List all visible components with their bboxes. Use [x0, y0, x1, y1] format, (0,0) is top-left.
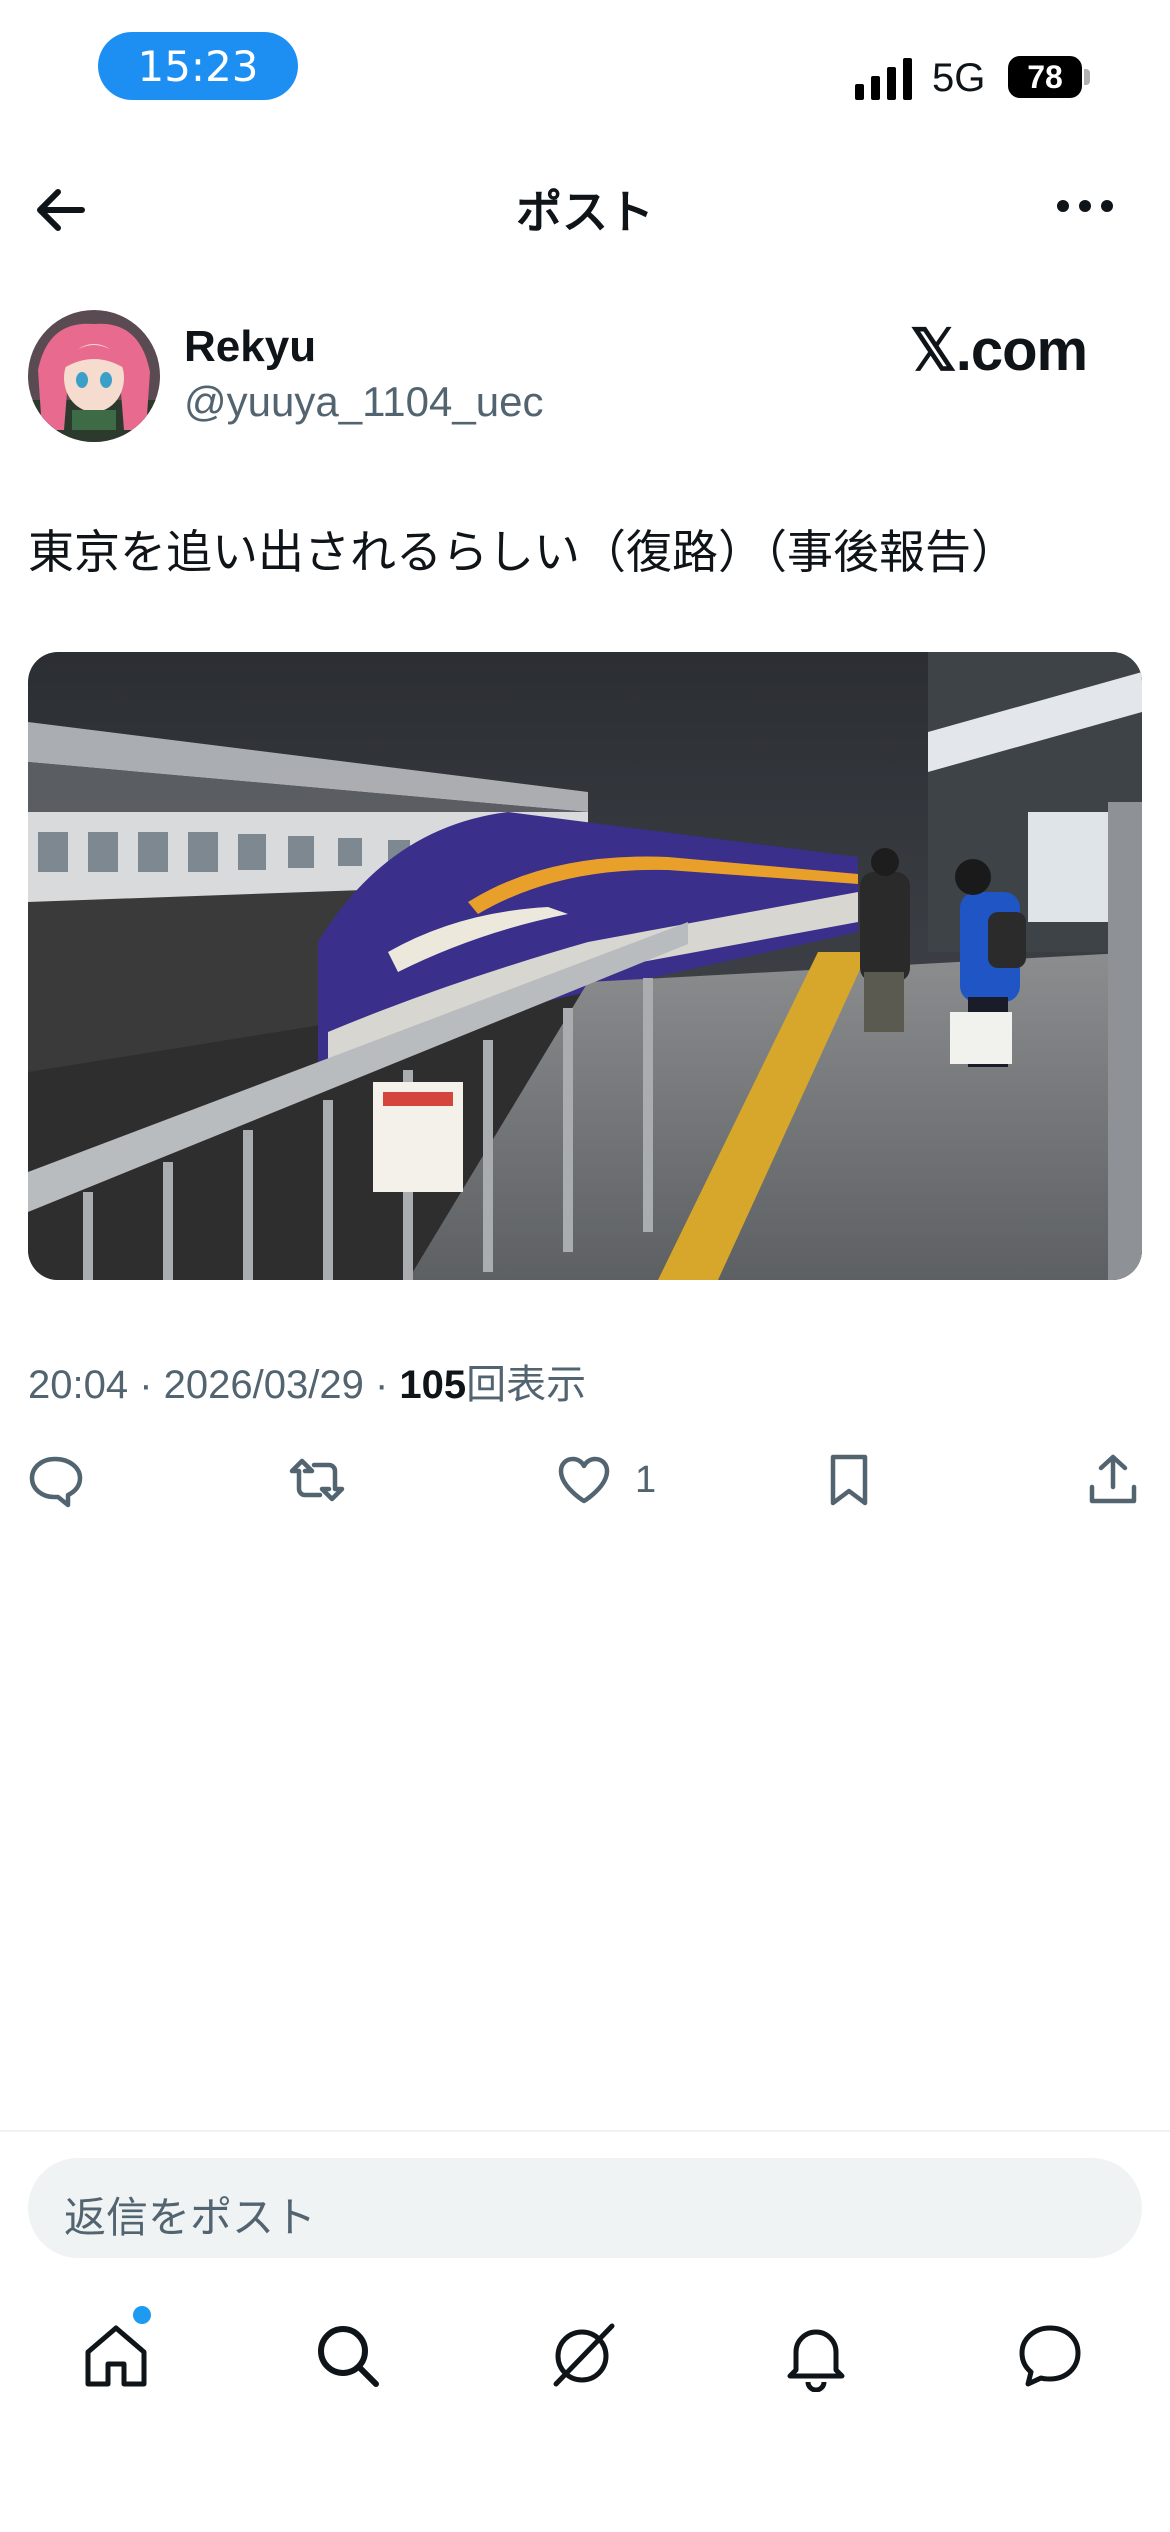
post-meta: 20:04 · 2026/03/29 · 105回表示: [28, 1352, 586, 1410]
post-text: 東京を追い出されるらしい（復路）（事後報告）: [28, 525, 1017, 579]
search-icon[interactable]: [312, 2320, 384, 2392]
more-dots-icon[interactable]: [1055, 196, 1115, 216]
reply-input[interactable]: 返信をポスト: [28, 2158, 1142, 2258]
bookmark-icon: [830, 1454, 868, 1506]
reply-button[interactable]: [26, 1450, 84, 1510]
battery-level: 78: [1008, 56, 1082, 98]
post-time: 20:04: [28, 1363, 129, 1407]
share-button[interactable]: [1084, 1450, 1142, 1510]
divider: [0, 2130, 1170, 2132]
reply-bubble-icon: [29, 1456, 83, 1508]
repost-button[interactable]: [288, 1450, 346, 1510]
meta-separator: ·: [363, 1363, 400, 1407]
view-label[interactable]: 回表示: [466, 1362, 586, 1408]
bookmark-button[interactable]: [820, 1450, 878, 1510]
view-count: 105: [399, 1363, 467, 1407]
page-title: ポスト: [516, 185, 654, 239]
message-icon[interactable]: [1014, 2320, 1086, 2392]
post-date: 2026/03/29: [163, 1363, 364, 1407]
meta-separator: ·: [128, 1363, 164, 1407]
home-icon[interactable]: [80, 2320, 152, 2392]
avatar[interactable]: [28, 310, 160, 442]
grok-icon[interactable]: [546, 2320, 618, 2392]
status-time: 15:23: [98, 32, 298, 100]
repost-icon: [289, 1458, 345, 1502]
heart-icon: [558, 1456, 610, 1504]
bell-icon[interactable]: [780, 2320, 852, 2392]
signal-icon: [855, 58, 912, 100]
like-count: 1: [635, 1458, 657, 1501]
author-handle[interactable]: @yuuya_1104_uec: [184, 378, 543, 426]
reply-placeholder: 返信をポスト: [64, 2193, 317, 2242]
battery-icon: 78: [1008, 56, 1090, 98]
x-com-watermark: 𝕏.com: [910, 318, 1088, 383]
post-photo[interactable]: [28, 652, 1142, 1280]
author-name[interactable]: Rekyu: [184, 322, 316, 372]
like-button[interactable]: 1: [555, 1450, 656, 1510]
notification-dot: [133, 2306, 151, 2324]
share-icon: [1089, 1454, 1137, 1504]
network-type: 5G: [932, 56, 986, 100]
